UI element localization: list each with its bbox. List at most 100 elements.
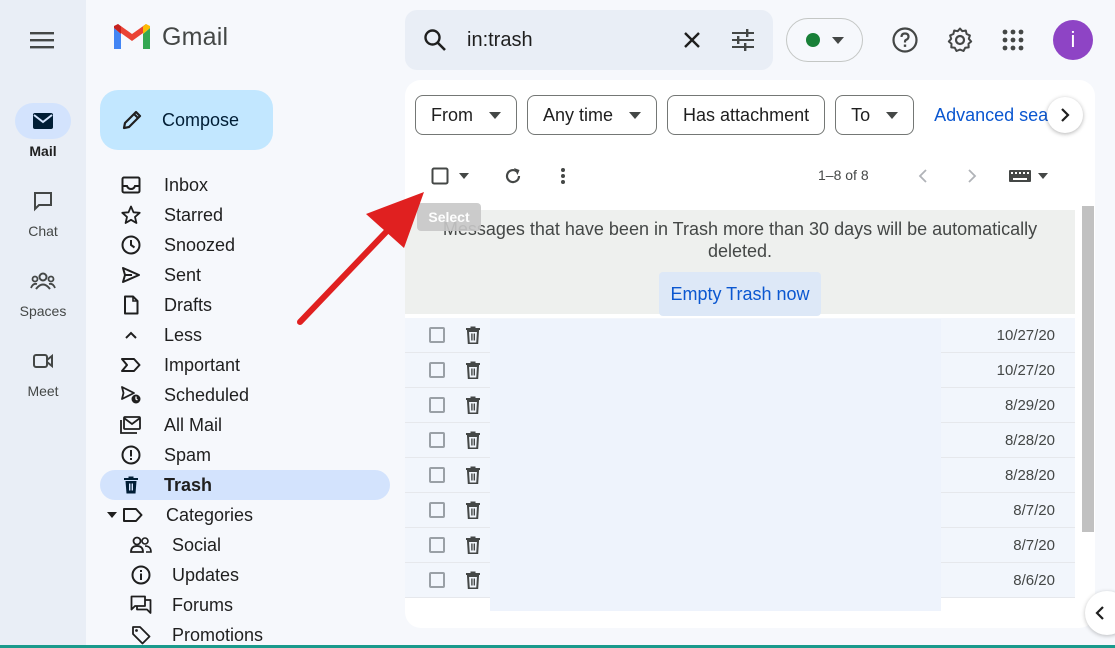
meet-icon xyxy=(32,352,54,370)
sidebar-item-starred[interactable]: Starred xyxy=(100,200,390,230)
search-input[interactable] xyxy=(467,28,647,52)
help-button[interactable] xyxy=(885,20,925,60)
sidebar-item-updates[interactable]: Updates xyxy=(100,560,390,590)
more-options-button[interactable] xyxy=(547,158,579,194)
message-date: 8/7/20 xyxy=(1013,536,1055,554)
sidebar-item-scheduled[interactable]: Scheduled xyxy=(100,380,390,410)
sidebar-item-less[interactable]: Less xyxy=(100,320,390,350)
rail-label-meet: Meet xyxy=(27,383,59,399)
trash-icon xyxy=(465,361,481,379)
sidebar-item-label: Forums xyxy=(172,594,234,615)
menu-icon xyxy=(29,30,55,50)
rail-label-mail: Mail xyxy=(29,143,57,159)
sidebar-item-label: Inbox xyxy=(164,174,209,195)
side-panel-toggle-button[interactable] xyxy=(1085,591,1115,635)
caret-down-icon xyxy=(886,111,899,119)
caret-down-icon xyxy=(459,173,469,179)
rail-item-spaces[interactable]: Spaces xyxy=(0,263,86,319)
sidebar-item-all-mail[interactable]: All Mail xyxy=(100,410,390,440)
sidebar-item-drafts[interactable]: Drafts xyxy=(100,290,390,320)
account-avatar[interactable]: i xyxy=(1053,20,1093,60)
input-tools-button[interactable] xyxy=(1005,158,1051,194)
filter-has-attachment-chip[interactable]: Has attachment xyxy=(667,95,826,135)
sidebar-item-label: Trash xyxy=(164,474,213,495)
chips-scroll-right-button[interactable] xyxy=(1047,97,1083,133)
trash-icon xyxy=(465,536,481,554)
sidebar-item-sent[interactable]: Sent xyxy=(100,260,390,290)
sidebar-item-label: Drafts xyxy=(164,294,213,315)
apps-button[interactable] xyxy=(993,20,1033,60)
clock-icon xyxy=(120,235,142,255)
newer-page-button[interactable] xyxy=(910,158,936,194)
filter-from-chip[interactable]: From xyxy=(415,95,517,135)
empty-trash-button[interactable]: Empty Trash now xyxy=(659,272,821,316)
sidebar-item-label: Scheduled xyxy=(164,384,250,405)
search-icon[interactable] xyxy=(423,28,447,52)
sidebar-item-promotions[interactable]: Promotions xyxy=(100,620,390,648)
row-checkbox[interactable] xyxy=(429,397,445,413)
refresh-button[interactable] xyxy=(497,158,529,194)
trash-icon xyxy=(465,431,481,449)
row-checkbox[interactable] xyxy=(429,572,445,588)
caret-down-icon xyxy=(1038,173,1048,179)
select-all-checkbox[interactable] xyxy=(425,158,475,194)
star-icon xyxy=(120,205,142,225)
chevron-left-icon xyxy=(1095,606,1105,620)
gear-icon xyxy=(947,27,973,53)
search-chips: From Any time Has attachment To Advanced… xyxy=(415,95,1073,135)
chevron-left-icon xyxy=(918,169,928,183)
sidebar-item-inbox[interactable]: Inbox xyxy=(100,170,390,200)
tag-icon xyxy=(130,625,152,645)
sidebar-item-trash[interactable]: Trash xyxy=(100,470,390,500)
mail-toolbar: 1–8 of 8 xyxy=(405,158,1095,194)
caret-down-icon xyxy=(629,111,642,119)
sidebar-item-important[interactable]: Important xyxy=(100,350,390,380)
sidebar-item-spam[interactable]: Spam xyxy=(100,440,390,470)
apps-grid-icon xyxy=(1002,29,1024,51)
sidebar-item-label: Starred xyxy=(164,204,224,225)
compose-button[interactable]: Compose xyxy=(100,90,273,150)
row-checkbox[interactable] xyxy=(429,432,445,448)
compose-label: Compose xyxy=(162,109,240,130)
main-menu-button[interactable] xyxy=(20,20,64,60)
send-icon xyxy=(120,266,142,284)
chip-label: From xyxy=(431,104,473,125)
rail-item-meet[interactable]: Meet xyxy=(0,343,86,399)
mail-icon xyxy=(32,112,54,130)
rail-item-mail[interactable]: Mail xyxy=(0,103,86,159)
spam-icon xyxy=(120,445,142,465)
sidebar-item-snoozed[interactable]: Snoozed xyxy=(100,230,390,260)
sidebar-item-label: Spam xyxy=(164,444,212,465)
sidebar-item-label: Social xyxy=(172,534,222,555)
row-checkbox[interactable] xyxy=(429,537,445,553)
status-selector[interactable] xyxy=(786,18,863,62)
trash-icon xyxy=(120,476,142,494)
sidebar-item-forums[interactable]: Forums xyxy=(100,590,390,620)
rail-item-chat[interactable]: Chat xyxy=(0,183,86,239)
sidebar-item-label: Updates xyxy=(172,564,240,585)
chevron-right-icon xyxy=(1060,108,1070,122)
search-options-icon[interactable] xyxy=(731,29,755,51)
sidebar-item-label: Snoozed xyxy=(164,234,236,255)
sidebar-item-label: All Mail xyxy=(164,414,223,435)
chip-label: To xyxy=(851,104,871,125)
scrollbar-thumb[interactable] xyxy=(1082,206,1094,532)
older-page-button[interactable] xyxy=(959,158,985,194)
sidebar-item-categories[interactable]: Categories xyxy=(100,500,390,530)
rail-label-spaces: Spaces xyxy=(19,303,67,319)
row-checkbox[interactable] xyxy=(429,467,445,483)
row-checkbox[interactable] xyxy=(429,502,445,518)
filter-to-chip[interactable]: To xyxy=(835,95,915,135)
settings-button[interactable] xyxy=(940,20,980,60)
checkbox-icon xyxy=(431,167,449,185)
sidebar-item-label: Sent xyxy=(164,264,202,285)
sidebar-item-social[interactable]: Social xyxy=(100,530,390,560)
filter-any-time-chip[interactable]: Any time xyxy=(527,95,658,135)
row-checkbox[interactable] xyxy=(429,362,445,378)
clear-search-icon[interactable] xyxy=(683,31,701,49)
select-tooltip: Select xyxy=(417,203,481,231)
trash-icon xyxy=(465,571,481,589)
gmail-logo[interactable]: Gmail xyxy=(112,22,228,52)
row-checkbox[interactable] xyxy=(429,327,445,343)
sidebar-nav: Inbox Starred Snoozed Sent Drafts Less I… xyxy=(100,170,390,648)
